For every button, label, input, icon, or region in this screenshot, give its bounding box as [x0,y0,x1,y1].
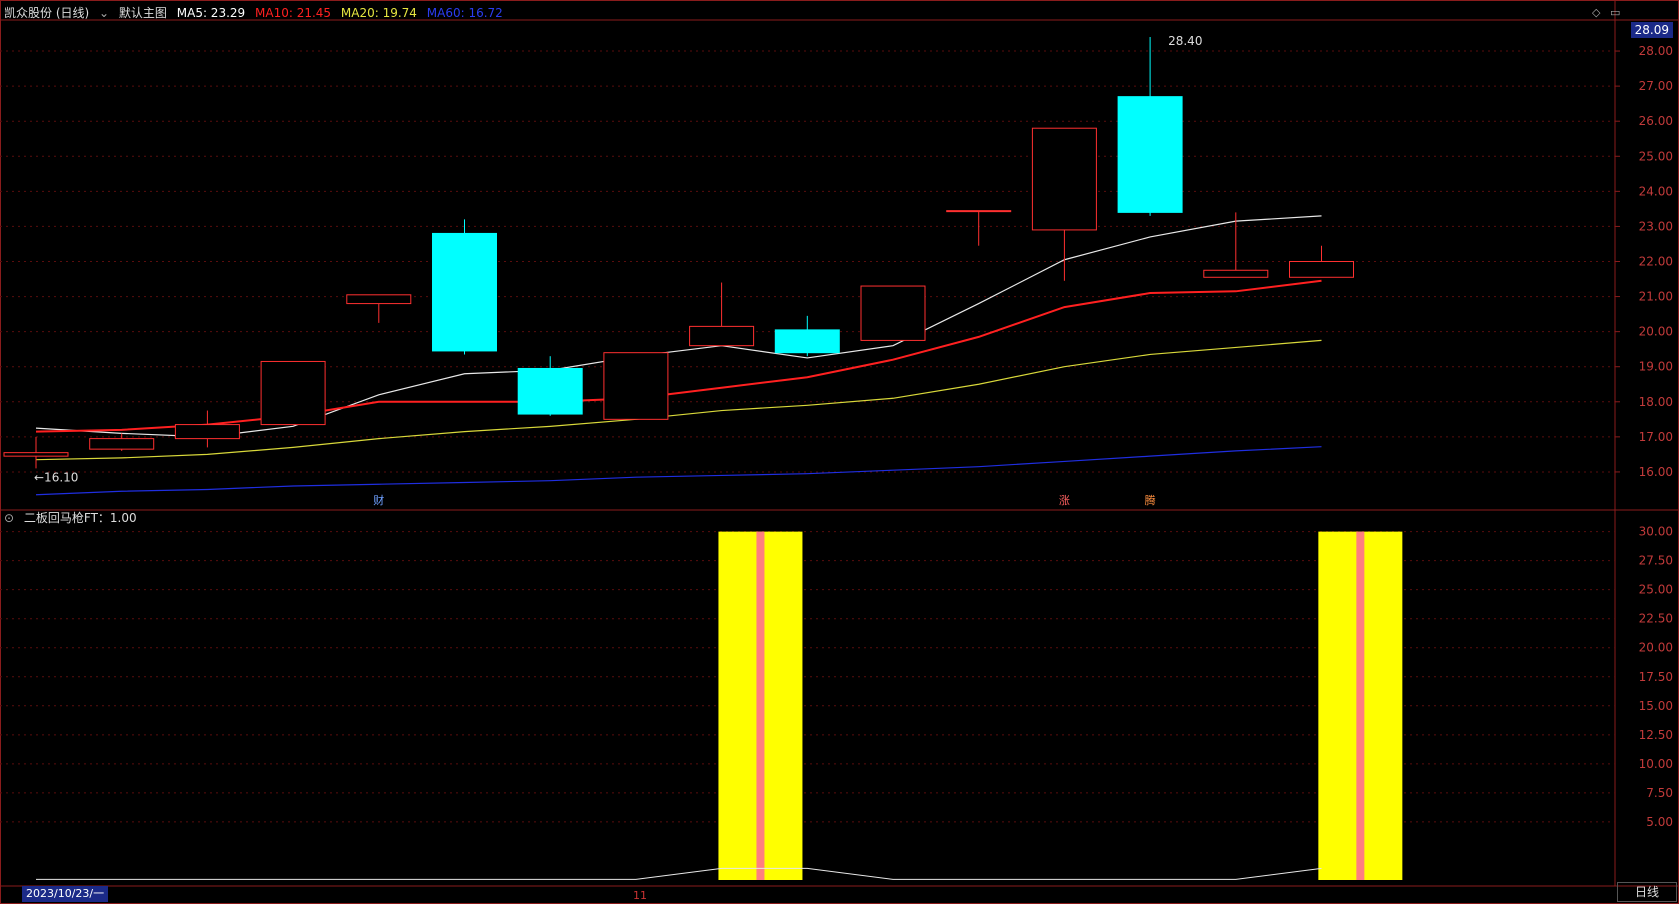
indicator-line [36,867,1322,880]
y-tick-label: 27.00 [1639,79,1673,93]
candle-body [1117,96,1183,213]
main-chart-header: 凯众股份 (日线) ⌄ 默认主图 MA5: 23.29 MA10: 21.45 … [4,4,509,21]
ma10-label: MA10: 21.45 [255,6,332,20]
event-marker: 涨 [1059,494,1070,507]
y-tick-label: 28.00 [1639,44,1673,58]
indicator-y-tick-label: 30.00 [1639,525,1673,539]
y-tick-label: 25.00 [1639,149,1673,163]
candle-body [89,438,155,450]
candle-body [174,424,240,440]
ma-line-ma20 [35,339,1322,461]
candle [260,360,326,426]
candle-body [946,210,1012,213]
ma-line-ma60 [35,446,1322,496]
candle [603,352,669,420]
indicator-y-tick-label: 22.50 [1639,612,1673,626]
month-label: 11 [633,889,647,902]
candle [174,410,240,448]
y-tick-label: 21.00 [1639,290,1673,304]
ma-line-ma5 [35,215,1322,438]
indicator-y-tick-label: 7.50 [1646,786,1673,800]
indicator-bar [1318,531,1403,880]
chevron-down-icon[interactable]: ⌄ [99,6,109,20]
event-marker: 财 [373,493,384,507]
y-tick-label: 22.00 [1639,254,1673,268]
candle [1289,245,1354,278]
candle [517,356,583,416]
outer-border [0,0,1679,904]
ma60-label: MA60: 16.72 [426,6,503,20]
indicator-label[interactable]: 二板回马枪FT：1.00 [24,511,137,525]
candle-body [517,367,583,415]
stock-chart-window: 16.00 17.00 18.00 19.00 20.00 21.00 22.00 23.00… [0,0,1679,904]
candle [432,219,497,355]
indicator-y-tick-label: 15.00 [1639,699,1673,713]
candle [689,282,755,347]
template-label[interactable]: 默认主图 [119,6,167,20]
candle-body [1031,127,1097,231]
diamond-icon[interactable]: ◇ [1592,6,1600,19]
candle-body [860,285,926,341]
y-tick-label: 19.00 [1639,360,1673,374]
candle [346,294,412,323]
candle-body [3,452,69,457]
candle [89,433,155,451]
indicator-y-tick-label: 27.50 [1639,554,1673,568]
chart-svg[interactable]: 16.00 17.00 18.00 19.00 20.00 21.00 22.00 23.00… [0,0,1679,904]
indicator-y-tick-label: 12.50 [1639,728,1673,742]
candle-body [1203,269,1269,278]
y-tick-label: 16.00 [1639,465,1673,479]
ma20-label: MA20: 19.74 [340,6,417,20]
indicator-bar [718,531,803,880]
indicator-bar-stripe [756,531,765,880]
candle [860,285,926,341]
indicator-y-tick-label: 20.00 [1639,641,1673,655]
period-tab[interactable]: 日线 [1617,882,1677,902]
indicator-y-tick-label: 17.50 [1639,670,1673,684]
indicator-header: ⊙ 二板回马枪FT：1.00 [4,509,143,526]
y-tick-label: 18.00 [1639,395,1673,409]
y-tick-label: 23.00 [1639,219,1673,233]
indicator-y-tick-label: 5.00 [1646,815,1673,829]
settings-icon[interactable]: ⊙ [4,511,14,525]
y-tick-label: 26.00 [1639,114,1673,128]
candle-body [1289,260,1354,278]
date-cursor-label: 2023/10/23/一 [22,886,109,902]
candle [1031,127,1097,281]
candle [946,210,1012,246]
indicator-y-tick-label: 25.00 [1639,583,1673,597]
candle-body [432,232,497,352]
candle-body [346,294,412,305]
candle-body [260,360,326,426]
candle [1203,212,1269,278]
candle-body [689,325,755,347]
ma5-label: MA5: 23.29 [176,6,246,20]
ma-line-ma10 [35,279,1322,433]
low-annotation: ←16.10 [34,470,78,484]
candle [1117,37,1183,216]
high-annotation: 28.40 [1168,34,1202,48]
candle-body [774,329,840,354]
candle-body [603,352,669,420]
maximize-icon[interactable]: ▭ [1610,6,1620,19]
y-tick-label: 20.00 [1639,325,1673,339]
stock-name[interactable]: 凯众股份 (日线) [4,6,89,20]
indicator-y-tick-label: 10.00 [1639,757,1673,771]
current-price-tag: 28.09 [1630,22,1673,38]
candle [774,315,840,357]
y-tick-label: 17.00 [1639,430,1673,444]
indicator-bar-stripe [1356,531,1365,880]
y-tick-label: 24.00 [1639,184,1673,198]
event-marker: 腾 [1145,493,1156,507]
candle [3,436,69,469]
